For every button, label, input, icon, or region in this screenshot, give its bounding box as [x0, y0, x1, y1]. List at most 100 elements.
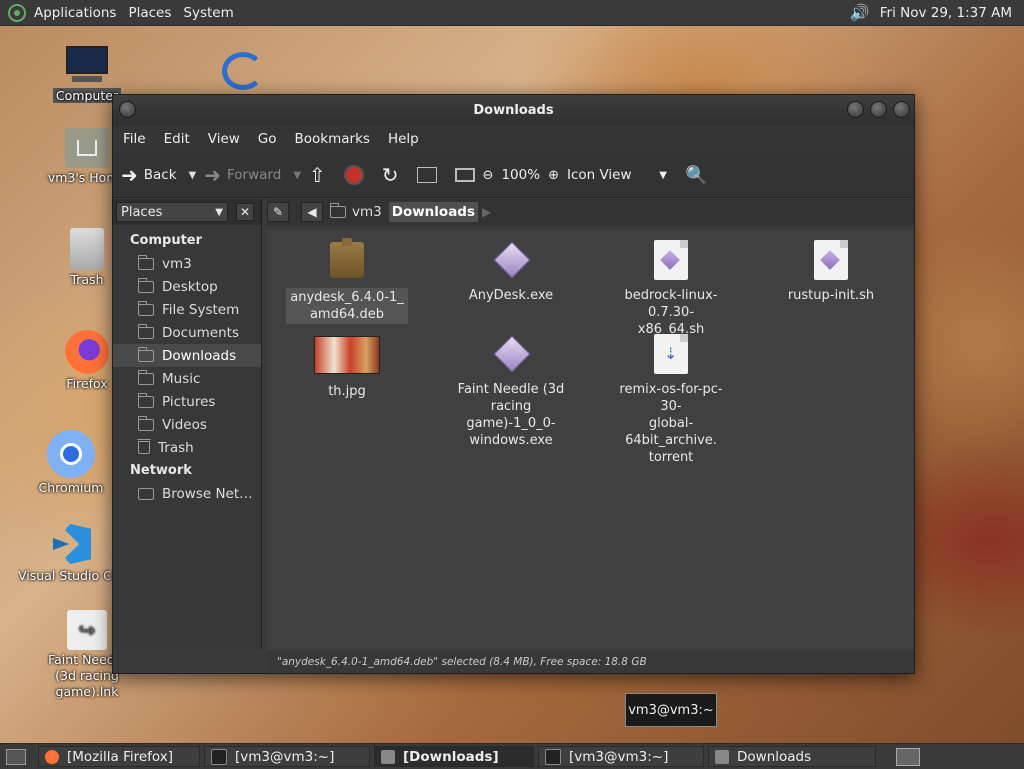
sidebar-item-label: vm3	[162, 255, 192, 272]
sidebar-item-videos[interactable]: Videos	[113, 413, 261, 436]
vscode-icon	[51, 522, 95, 566]
zoom-level[interactable]: 100%	[501, 167, 540, 183]
sidebar-item-vm3[interactable]: vm3	[113, 252, 261, 275]
close-button[interactable]	[893, 101, 910, 118]
forward-history-dropdown[interactable]: ▼	[293, 170, 301, 181]
search-icon[interactable]: 🔍	[685, 165, 707, 186]
file-item-faint-needle-exe[interactable]: Faint Needle (3d racing game)-1_0_0- windo…	[445, 334, 577, 450]
window-menu-button[interactable]	[119, 101, 136, 118]
sidebar-item-label: Music	[162, 370, 201, 387]
menu-go[interactable]: Go	[252, 131, 283, 147]
home-folder-icon	[65, 128, 109, 168]
desktop-icon-chromium[interactable]: Chromium	[16, 430, 126, 495]
file-name: rustup-init.sh	[787, 288, 875, 303]
file-item-anydesk-deb[interactable]: anydesk_6.4.0-1_ amd64.deb	[281, 238, 413, 324]
toggle-location-entry-button[interactable]: ✎	[267, 202, 289, 222]
back-arrow-icon: ➜	[121, 163, 138, 187]
sidebar-item-documents[interactable]: Documents	[113, 321, 261, 344]
script-icon	[811, 240, 851, 280]
gdevelop-icon[interactable]	[222, 52, 264, 90]
menu-applications[interactable]: Applications	[28, 5, 122, 21]
menu-places[interactable]: Places	[122, 5, 177, 21]
places-select[interactable]: Places ▼	[116, 202, 228, 222]
folder-icon	[138, 415, 154, 431]
desktop-icon-label: Computer	[52, 88, 122, 103]
menu-system[interactable]: System	[177, 5, 239, 21]
file-view: anydesk_6.4.0-1_ amd64.deb AnyDesk.exe be…	[267, 230, 914, 650]
desktop-icon-label: Chromium	[38, 480, 104, 495]
sidebar-item-downloads[interactable]: Downloads	[113, 344, 261, 367]
folder-icon	[138, 323, 154, 339]
window-titlebar[interactable]: Downloads	[113, 95, 914, 125]
folder-icon	[381, 749, 395, 764]
sidebar-item-pictures[interactable]: Pictures	[113, 390, 261, 413]
task-downloads-1[interactable]: [Downloads]	[374, 746, 534, 767]
toolbar: ➜ Back ▼ ➜ Forward ▼ ⇧ ↻ ⊖ 100% ⊕ Icon V…	[113, 153, 914, 198]
volume-icon[interactable]: 🔊	[850, 3, 870, 22]
path-scroll-right-button[interactable]: ▶	[482, 205, 491, 219]
file-item-anydesk-exe[interactable]: AnyDesk.exe	[445, 240, 577, 305]
reload-icon[interactable]: ↻	[382, 163, 399, 187]
file-item-rustup-sh[interactable]: rustup-init.sh	[765, 240, 897, 305]
path-bar: ✎ ◀ vm3 Downloads ▶	[267, 199, 914, 225]
task-firefox[interactable]: [Mozilla Firefox]	[38, 746, 200, 767]
zoom-in-icon[interactable]: ⊕	[548, 168, 559, 183]
menu-edit[interactable]: Edit	[158, 131, 196, 147]
file-item-remix-torrent[interactable]: ⇣ remix-os-for-pc-30- global-64bit_archiv…	[605, 334, 737, 467]
show-desktop-icon[interactable]	[6, 748, 26, 765]
file-name: Faint Needle (3d racing game)-1_0_0- windo…	[457, 382, 565, 448]
task-terminal-1[interactable]: [vm3@vm3:~]	[204, 746, 370, 767]
firefox-icon	[45, 749, 59, 764]
home-icon[interactable]	[416, 167, 437, 183]
folder-icon	[715, 749, 729, 764]
computer-icon[interactable]	[454, 168, 475, 182]
sidebar-item-file-system[interactable]: File System	[113, 298, 261, 321]
sidebar-item-label: Videos	[162, 416, 207, 433]
folder-icon	[138, 369, 154, 385]
file-name: bedrock-linux-0.7.30- x86_64.sh	[624, 288, 718, 337]
close-sidebar-button[interactable]: ✕	[236, 203, 254, 221]
breadcrumb-label: vm3	[352, 204, 382, 220]
chevron-down-icon: ▼	[215, 206, 223, 218]
breadcrumb-downloads[interactable]: Downloads	[388, 202, 479, 222]
sidebar-item-label: Documents	[162, 324, 239, 341]
tray-area: 🔊 Fri Nov 29, 1:37 AM	[850, 0, 1012, 25]
sidebar-item-trash[interactable]: Trash	[113, 436, 261, 459]
menu-file[interactable]: File	[117, 131, 152, 147]
path-scroll-left-button[interactable]: ◀	[301, 202, 323, 222]
trash-icon	[137, 439, 151, 454]
menu-bookmarks[interactable]: Bookmarks	[289, 131, 376, 147]
task-downloads-2[interactable]: Downloads	[708, 746, 876, 767]
bottom-panel: [Mozilla Firefox] [vm3@vm3:~] [Downloads…	[0, 743, 1024, 769]
maximize-button[interactable]	[870, 101, 887, 118]
trash-icon	[70, 228, 104, 270]
script-icon	[651, 240, 691, 280]
places-header: Places ▼ ✕	[113, 199, 262, 225]
back-button[interactable]: ➜ Back	[121, 163, 177, 187]
file-name: remix-os-for-pc-30- global-64bit_archive.…	[619, 382, 723, 465]
up-icon[interactable]: ⇧	[309, 163, 326, 187]
sidebar-item-browse-network[interactable]: Browse Net…	[113, 482, 261, 505]
sidebar-item-label: Trash	[158, 439, 194, 456]
shortcut-icon: ↪	[67, 610, 107, 650]
back-history-dropdown[interactable]: ▼	[189, 170, 197, 181]
breadcrumb-vm3[interactable]: vm3	[327, 202, 385, 222]
chromium-icon	[47, 430, 95, 478]
stop-icon[interactable]	[343, 165, 364, 185]
workspace-switcher-icon[interactable]	[896, 748, 920, 766]
minimize-button[interactable]	[847, 101, 864, 118]
file-item-th-jpg[interactable]: th.jpg	[281, 334, 413, 401]
menu-help[interactable]: Help	[382, 131, 425, 147]
view-mode-select[interactable]: Icon View ▼	[567, 167, 667, 183]
task-terminal-2[interactable]: [vm3@vm3:~]	[538, 746, 704, 767]
distro-logo-icon[interactable]	[8, 3, 26, 22]
file-item-bedrock-sh[interactable]: bedrock-linux-0.7.30- x86_64.sh	[605, 240, 737, 339]
forward-button[interactable]: ➜ Forward	[204, 163, 281, 187]
sidebar-item-music[interactable]: Music	[113, 367, 261, 390]
clock[interactable]: Fri Nov 29, 1:37 AM	[880, 5, 1012, 21]
zoom-out-icon[interactable]: ⊖	[483, 168, 494, 183]
menu-view[interactable]: View	[202, 131, 246, 147]
forward-arrow-icon: ➜	[204, 163, 222, 187]
sidebar-item-desktop[interactable]: Desktop	[113, 275, 261, 298]
folder-icon	[138, 392, 154, 408]
